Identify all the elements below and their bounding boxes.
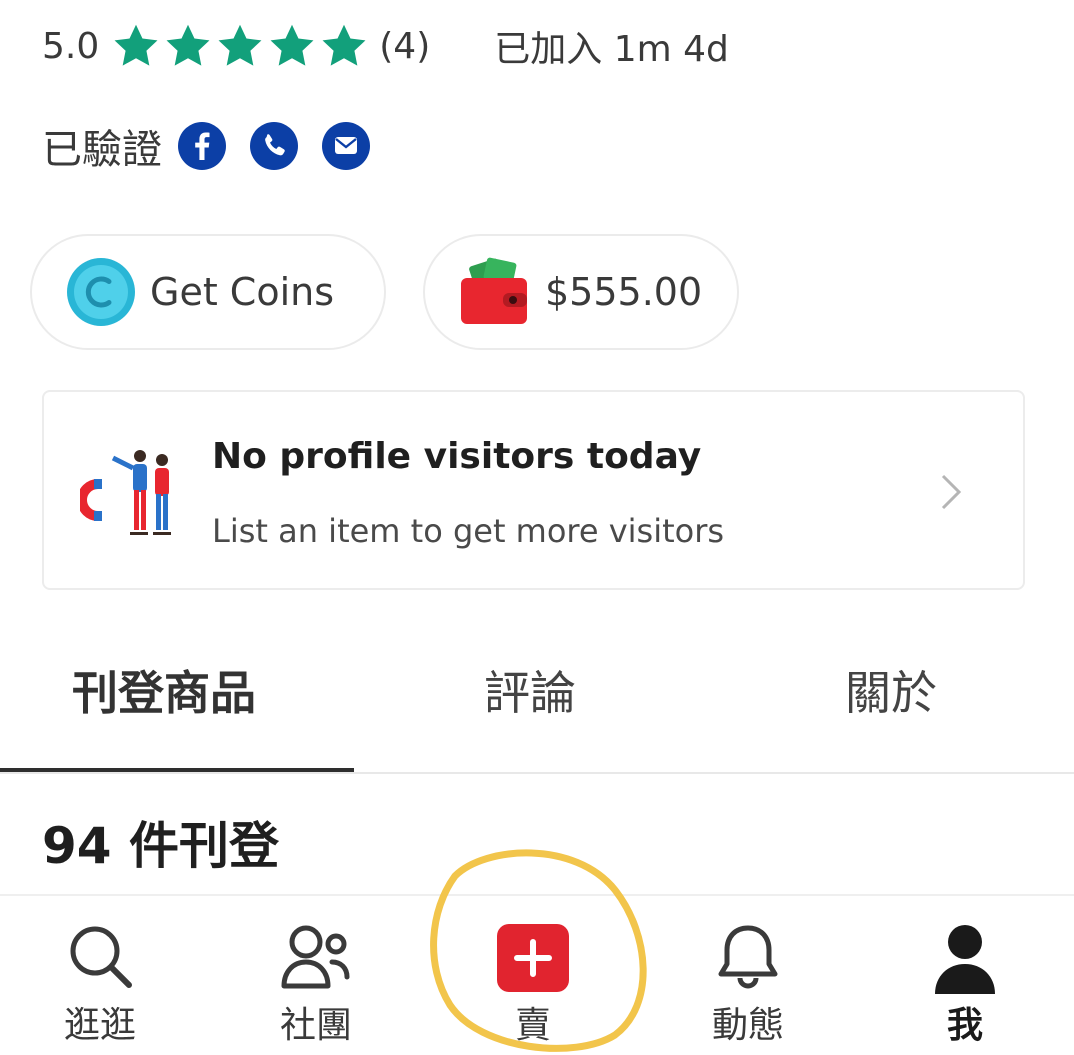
nav-me-label: 我: [946, 1005, 983, 1046]
bell-icon: [718, 925, 778, 989]
tab-reviews[interactable]: 評論: [484, 650, 576, 730]
nav-browse-label: 逛逛: [63, 1005, 136, 1046]
nav-community-label: 社團: [279, 1005, 352, 1046]
visitors-subtitle: List an item to get more visitors: [212, 512, 725, 550]
star-icon: [218, 24, 262, 66]
rating-stars: [111, 21, 369, 71]
coin-icon: [67, 258, 135, 326]
star-icon: [114, 24, 158, 66]
community-icon: [281, 925, 350, 989]
rating-row: 5.0 (4) 已加入 1m 4d: [42, 18, 729, 74]
wallet-balance: $555.00: [545, 270, 703, 314]
rating-value: 5.0: [42, 25, 100, 67]
nav-browse[interactable]: 逛逛: [10, 896, 190, 1055]
profile-visitors-card[interactable]: No profile visitors today List an item t…: [42, 390, 1025, 590]
email-icon: [322, 122, 370, 170]
sell-button[interactable]: [497, 924, 569, 992]
star-icon: [166, 24, 210, 66]
chevron-right-icon: [941, 474, 962, 510]
nav-sell-label: 賣: [514, 1005, 551, 1046]
nav-activity[interactable]: 動態: [658, 896, 838, 1055]
user-icon: [935, 925, 995, 994]
tab-listings[interactable]: 刊登商品: [72, 650, 256, 730]
get-coins-button[interactable]: Get Coins: [30, 234, 386, 350]
nav-activity-label: 動態: [711, 1005, 784, 1046]
nav-community[interactable]: 社團: [226, 896, 406, 1055]
get-coins-label: Get Coins: [150, 270, 335, 314]
visitors-illustration-icon: [80, 450, 171, 535]
rating-count[interactable]: (4): [379, 26, 430, 67]
joined-duration: 已加入 1m 4d: [494, 29, 729, 70]
tabs-divider: [0, 772, 1074, 774]
search-icon: [70, 926, 132, 988]
star-icon: [322, 24, 366, 66]
nav-me[interactable]: 我: [875, 896, 1055, 1055]
nav-sell[interactable]: 賣: [443, 896, 623, 1055]
verified-row: 已驗證: [42, 118, 394, 174]
tab-about[interactable]: 關於: [845, 650, 937, 730]
verified-label: 已驗證: [42, 127, 162, 173]
listing-count: 94 件刊登: [42, 817, 279, 875]
plus-icon: [514, 939, 552, 977]
active-tab-indicator: [0, 768, 354, 772]
star-icon: [270, 24, 314, 66]
phone-icon: [250, 122, 298, 170]
wallet-balance-button[interactable]: $555.00: [423, 234, 739, 350]
visitors-title: No profile visitors today: [212, 436, 702, 477]
facebook-icon: [178, 122, 226, 170]
wallet-icon: [461, 257, 527, 324]
bottom-navigation: 逛逛 社團 賣 動態 我: [0, 894, 1074, 1053]
